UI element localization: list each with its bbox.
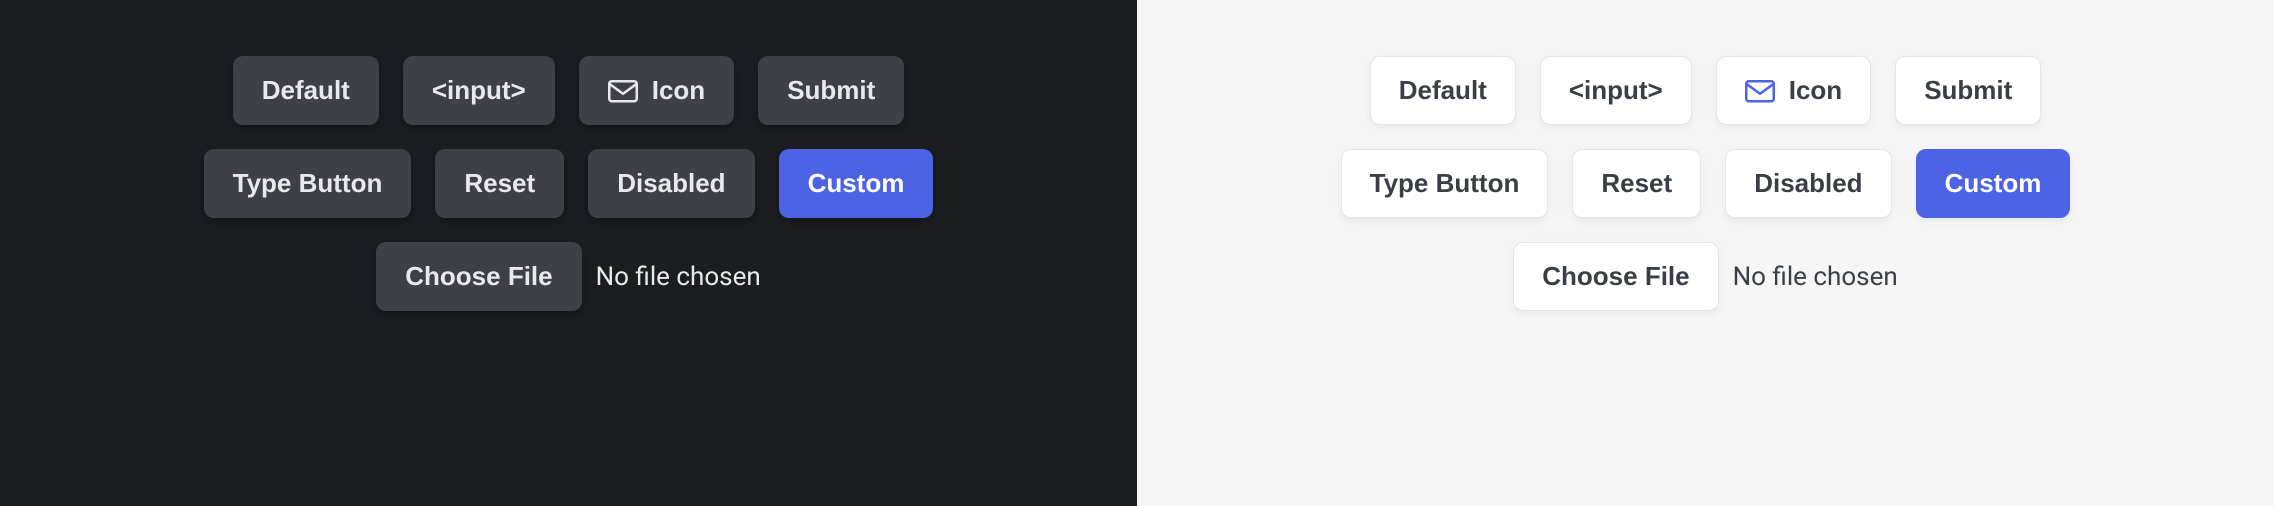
reset-button[interactable]: Reset (1572, 149, 1701, 218)
button-row-1: Default <input> Icon Submit (48, 56, 1089, 125)
mail-icon (1745, 79, 1775, 103)
custom-button[interactable]: Custom (779, 149, 934, 218)
custom-button[interactable]: Custom (1916, 149, 2071, 218)
icon-button-label: Icon (652, 75, 705, 106)
icon-button[interactable]: Icon (1716, 56, 1871, 125)
file-status-text: No file chosen (596, 262, 761, 292)
type-button[interactable]: Type Button (1341, 149, 1549, 218)
button-row-3: Choose File No file chosen (1185, 242, 2226, 311)
button-row-2: Type Button Reset Disabled Custom (1185, 149, 2226, 218)
submit-button[interactable]: Submit (758, 56, 904, 125)
disabled-button[interactable]: Disabled (588, 149, 754, 218)
default-button[interactable]: Default (233, 56, 379, 125)
button-row-2: Type Button Reset Disabled Custom (48, 149, 1089, 218)
submit-button[interactable]: Submit (1895, 56, 2041, 125)
choose-file-button[interactable]: Choose File (1513, 242, 1718, 311)
light-theme-panel: Default <input> Icon Submit Type Button … (1137, 0, 2274, 506)
input-button[interactable]: <input> (403, 56, 555, 125)
icon-button[interactable]: Icon (579, 56, 734, 125)
dark-theme-panel: Default <input> Icon Submit Type Button … (0, 0, 1137, 506)
default-button[interactable]: Default (1370, 56, 1516, 125)
file-picker: Choose File No file chosen (1513, 242, 1897, 311)
file-picker: Choose File No file chosen (376, 242, 760, 311)
mail-icon (608, 79, 638, 103)
reset-button[interactable]: Reset (435, 149, 564, 218)
input-button[interactable]: <input> (1540, 56, 1692, 125)
button-row-1: Default <input> Icon Submit (1185, 56, 2226, 125)
button-row-3: Choose File No file chosen (48, 242, 1089, 311)
file-status-text: No file chosen (1733, 262, 1898, 292)
choose-file-button[interactable]: Choose File (376, 242, 581, 311)
disabled-button[interactable]: Disabled (1725, 149, 1891, 218)
icon-button-label: Icon (1789, 75, 1842, 106)
type-button[interactable]: Type Button (204, 149, 412, 218)
